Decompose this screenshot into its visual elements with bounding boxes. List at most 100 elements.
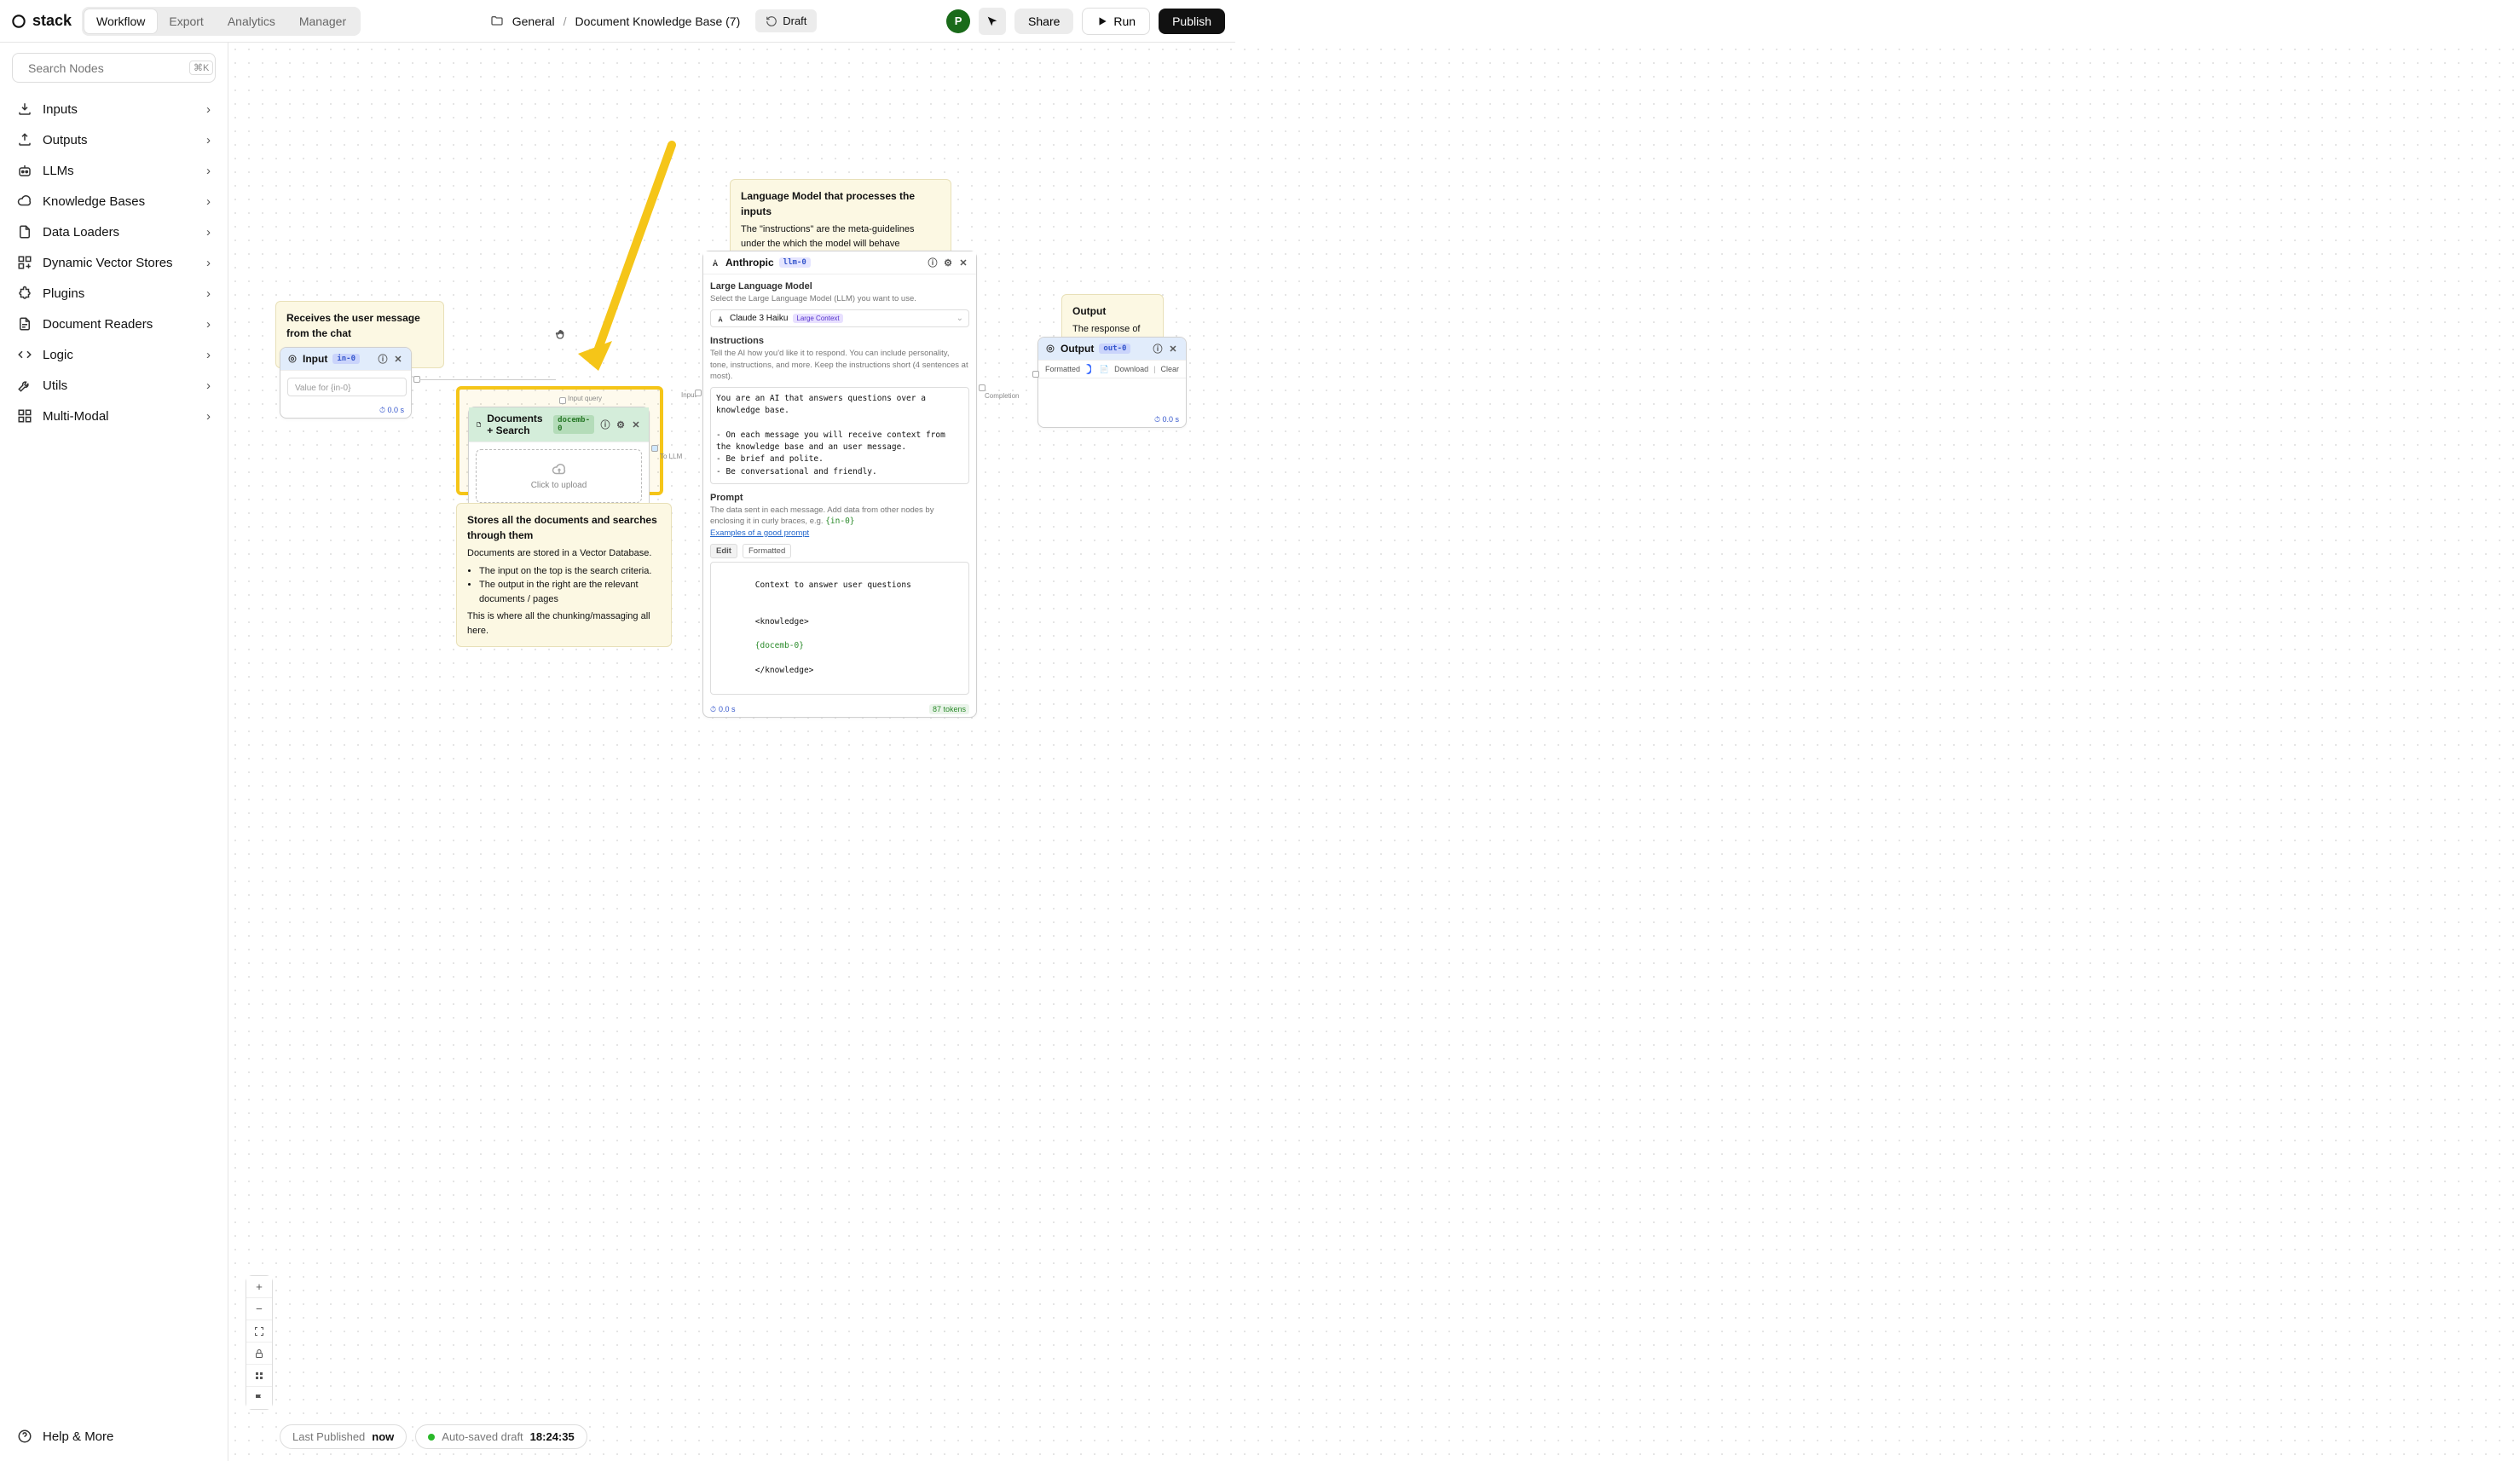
node-output[interactable]: Output out-0 ⓘ ✕ Formatted 📄 Download | … [1037,337,1187,428]
sidebar-item-modal[interactable]: Multi-Modal› [12,401,216,430]
search-shortcut: ⌘K [189,61,213,75]
gear-icon[interactable]: ⚙ [615,419,627,430]
sidebar-item-data[interactable]: Data Loaders› [12,217,216,246]
info-icon[interactable]: ⓘ [377,353,389,365]
close-icon[interactable]: ✕ [957,257,969,269]
lock-button[interactable] [246,1343,272,1365]
edge [419,379,556,380]
breadcrumb: General / Document Knowledge Base (7) Dr… [490,9,818,32]
zoom-out-button[interactable]: − [246,1298,272,1320]
cloud-icon [17,193,32,209]
close-icon[interactable]: ✕ [392,353,404,365]
info-icon[interactable]: ⓘ [1152,343,1164,355]
sidebar-item-inputs[interactable]: Inputs› [12,95,216,124]
help-link[interactable]: Help & More [12,1422,216,1451]
port-output[interactable] [651,445,658,452]
autosave-pill: Auto-saved draft 18:24:35 [415,1424,587,1449]
publish-button[interactable]: Publish [1159,9,1225,34]
port-output[interactable] [979,384,985,391]
node-input[interactable]: Input in-0 ⓘ ✕ Value for {in-0} ⏱ 0.0 s [280,347,412,419]
formatted-toggle[interactable] [1085,364,1091,374]
chevron-right-icon: › [206,409,211,424]
puzzle-icon [17,286,32,301]
draft-pill[interactable]: Draft [755,9,817,32]
node-anthropic[interactable]: Anthropic llm-0 ⓘ ⚙ ✕ Large Language Mod… [702,251,977,718]
breadcrumb-sep: / [564,14,567,28]
chevron-right-icon: › [206,102,211,117]
zoom-controls: + − [246,1275,273,1410]
prompt-examples-link[interactable]: Examples of a good prompt [710,528,809,538]
last-published-pill[interactable]: Last Published now [280,1424,407,1449]
sidebar-item-readers[interactable]: Document Readers› [12,309,216,338]
tab-export[interactable]: Export [157,9,215,33]
fit-button[interactable] [246,1320,272,1343]
cloud-upload-icon [552,462,567,477]
file-icon [17,224,32,240]
sidebar-item-llms[interactable]: LLMs› [12,156,216,185]
model-select[interactable]: Claude 3 Haiku Large Context ⌄ [710,309,969,327]
cursor-mode-button[interactable] [979,8,1006,35]
port-input[interactable] [1032,371,1039,378]
cursor-icon [985,14,999,28]
zoom-in-button[interactable]: + [246,1276,272,1298]
chevron-updown-icon: ⌄ [957,314,963,323]
play-icon [1096,15,1108,27]
map-button[interactable] [246,1387,272,1409]
sidebar-item-logic[interactable]: Logic› [12,340,216,369]
clear-button[interactable]: Clear [1160,365,1179,373]
port-input[interactable] [695,390,702,396]
main-tabs: Workflow Export Analytics Manager [82,7,361,36]
anthropic-logo-icon [716,315,725,323]
tab-formatted[interactable]: Formatted [743,544,791,558]
download-button[interactable]: Download [1114,365,1148,373]
instructions-textarea[interactable]: You are an AI that answers questions ove… [710,387,969,484]
search-field[interactable] [28,61,182,75]
sidebar-item-plugins[interactable]: Plugins› [12,279,216,308]
robot-icon [17,163,32,178]
anthropic-logo-icon [710,257,720,268]
app-name: stack [32,12,72,30]
tab-analytics[interactable]: Analytics [216,9,287,33]
prompt-textarea[interactable]: Context to answer user questions <knowle… [710,562,969,696]
tab-edit[interactable]: Edit [710,544,737,558]
port-label: To LLM [660,453,682,460]
file-icon [476,419,482,430]
sidebar-item-utils[interactable]: Utils› [12,371,216,400]
sidebar-item-knowledge[interactable]: Knowledge Bases› [12,187,216,216]
chevron-right-icon: › [206,194,211,209]
close-icon[interactable]: ✕ [630,419,642,430]
avatar[interactable]: P [946,9,970,33]
note-docs: Stores all the documents and searches th… [456,503,672,647]
code-icon [17,347,32,362]
run-button[interactable]: Run [1082,8,1150,35]
app-logo[interactable]: stack [10,12,72,30]
chevron-right-icon: › [206,225,211,240]
port-label: Input query [568,395,602,402]
layout-button[interactable] [246,1365,272,1387]
history-icon [766,15,777,27]
info-icon[interactable]: ⓘ [927,257,939,269]
port-input[interactable] [559,397,566,404]
gear-icon[interactable]: ⚙ [942,257,954,269]
search-input[interactable]: ⌘K [12,53,216,83]
sidebar-item-vector[interactable]: Dynamic Vector Stores› [12,248,216,277]
breadcrumb-doc[interactable]: Document Knowledge Base (7) [575,14,740,28]
grid-icon [17,255,32,270]
close-icon[interactable]: ✕ [1167,343,1179,355]
info-icon[interactable]: ⓘ [599,419,611,430]
tab-workflow[interactable]: Workflow [84,9,157,33]
sidebar-item-outputs[interactable]: Outputs› [12,125,216,154]
breadcrumb-folder[interactable]: General [512,14,555,28]
target-icon [287,354,298,364]
upload-dropzone[interactable]: Click to upload [476,449,642,503]
help-icon [17,1429,32,1444]
apps-icon [17,408,32,424]
chevron-right-icon: › [206,317,211,332]
grab-cursor-icon [554,328,568,342]
grid-icon [254,1371,264,1381]
share-button[interactable]: Share [1014,9,1073,34]
target-icon [1045,344,1055,354]
input-value-field[interactable]: Value for {in-0} [287,378,407,396]
workflow-canvas[interactable]: Receives the user message from the chat … [228,43,2520,1461]
tab-manager[interactable]: Manager [287,9,358,33]
